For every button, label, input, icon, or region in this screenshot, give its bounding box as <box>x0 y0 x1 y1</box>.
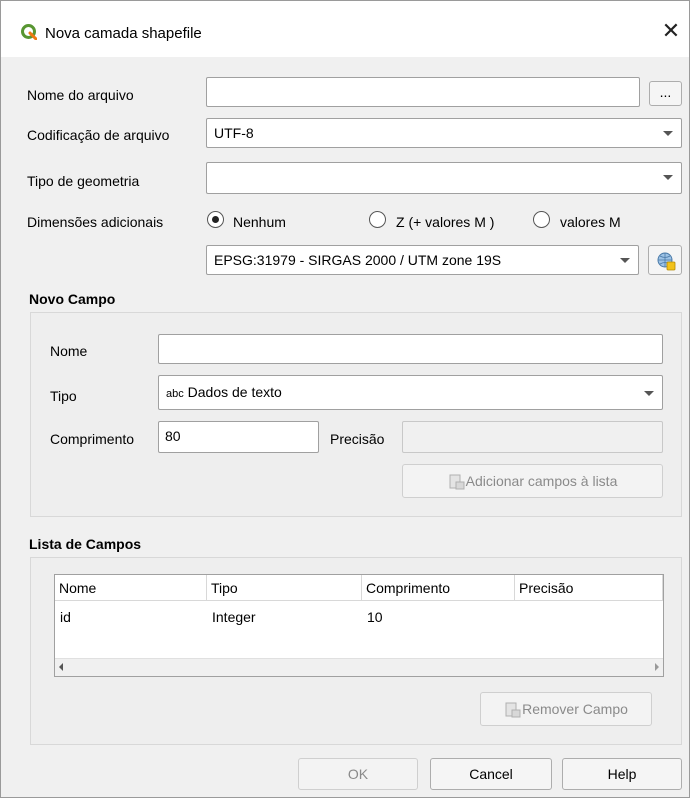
fields-table[interactable]: Nome Tipo Comprimento Precisão id Intege… <box>54 574 664 677</box>
globe-crs-icon <box>657 252 676 271</box>
field-type-value: Dados de texto <box>187 384 282 400</box>
cell-comprimento: 10 <box>367 609 383 625</box>
geometry-label: Tipo de geometria <box>27 173 140 189</box>
dialog-window: Nova camada shapefile ✕ Nome do arquivo … <box>0 0 690 798</box>
field-length-label: Comprimento <box>50 431 135 447</box>
field-list-group: Nome Tipo Comprimento Precisão id Intege… <box>30 557 682 745</box>
radio-nenhum-label[interactable]: Nenhum <box>233 214 286 230</box>
new-field-group-title: Novo Campo <box>29 291 116 307</box>
chevron-down-icon <box>663 131 673 136</box>
field-type-combo[interactable]: abc Dados de texto <box>158 375 663 410</box>
window-title: Nova camada shapefile <box>45 25 202 42</box>
remove-field-button[interactable]: Remover Campo <box>480 692 652 726</box>
new-field-group: Nome Tipo abc Dados de texto Comprimento… <box>30 312 682 517</box>
close-button[interactable]: ✕ <box>659 19 683 43</box>
encoding-value: UTF-8 <box>214 125 254 141</box>
remove-field-icon <box>505 702 521 718</box>
field-length-input[interactable]: 80 <box>158 421 319 453</box>
select-crs-button[interactable] <box>648 245 682 275</box>
crs-value: EPSG:31979 - SIRGAS 2000 / UTM zone 19S <box>214 252 502 268</box>
radio-m-circle[interactable] <box>533 211 550 228</box>
scroll-left-icon[interactable] <box>59 663 63 671</box>
chevron-down-icon <box>663 175 673 180</box>
add-field-button[interactable]: Adicionar campos à lista <box>402 464 663 498</box>
field-type-label: Tipo <box>50 388 77 404</box>
cell-nome: id <box>60 609 71 625</box>
encoding-label: Codificação de arquivo <box>27 127 170 143</box>
column-header-precisao[interactable]: Precisão <box>515 575 663 601</box>
cell-tipo: Integer <box>212 609 256 625</box>
cancel-button[interactable]: Cancel <box>430 758 552 790</box>
ok-button[interactable]: OK <box>298 758 418 790</box>
close-icon: ✕ <box>661 18 681 43</box>
encoding-combo[interactable]: UTF-8 <box>206 118 682 148</box>
chevron-down-icon <box>644 391 654 396</box>
title-bar: Nova camada shapefile ✕ <box>1 1 689 57</box>
geometry-combo[interactable] <box>206 162 682 194</box>
add-field-label: Adicionar campos à lista <box>465 473 618 489</box>
browse-button[interactable]: ... <box>649 81 682 106</box>
column-header-nome[interactable]: Nome <box>55 575 207 601</box>
file-name-input[interactable] <box>206 77 640 107</box>
field-list-group-title: Lista de Campos <box>29 536 142 552</box>
remove-field-label: Remover Campo <box>522 701 628 717</box>
file-name-label: Nome do arquivo <box>27 87 134 103</box>
field-precision-input[interactable] <box>402 421 663 453</box>
qgis-logo-icon <box>21 24 37 40</box>
crs-combo[interactable]: EPSG:31979 - SIRGAS 2000 / UTM zone 19S <box>206 245 639 275</box>
horizontal-scrollbar[interactable] <box>55 658 663 676</box>
add-field-icon <box>449 474 465 490</box>
field-precision-label: Precisão <box>330 431 385 447</box>
chevron-down-icon <box>620 258 630 263</box>
radio-m-label[interactable]: valores M <box>560 214 621 230</box>
scroll-right-icon[interactable] <box>655 663 659 671</box>
radio-nenhum-circle[interactable] <box>207 211 224 228</box>
text-type-icon: abc <box>166 388 184 400</box>
field-name-input[interactable] <box>158 334 663 364</box>
radio-z-circle[interactable] <box>369 211 386 228</box>
dimensions-label: Dimensões adicionais <box>27 214 164 230</box>
radio-z-label[interactable]: Z (+ valores M ) <box>396 214 494 230</box>
field-name-label: Nome <box>50 343 88 359</box>
help-button[interactable]: Help <box>562 758 682 790</box>
column-header-comprimento[interactable]: Comprimento <box>362 575 515 601</box>
column-header-tipo[interactable]: Tipo <box>207 575 362 601</box>
